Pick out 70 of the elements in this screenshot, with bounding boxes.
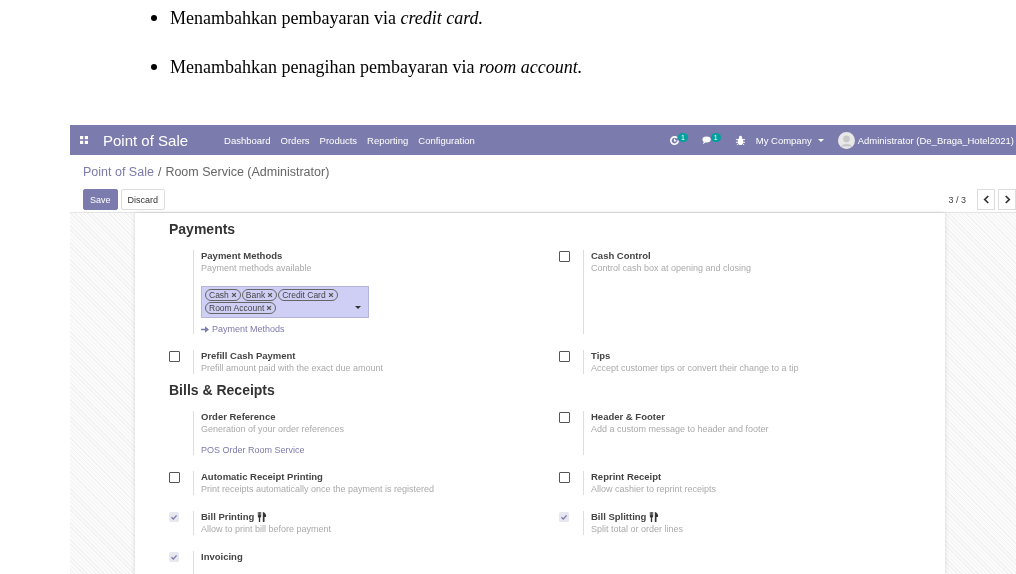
chevron-left-icon [982, 195, 990, 204]
menu-item[interactable]: Configuration [418, 134, 475, 146]
bullet-dot [151, 15, 157, 21]
chevron-right-icon [1003, 195, 1011, 204]
setting-description: Payment methods available [201, 263, 313, 273]
tag[interactable]: Cash [205, 289, 241, 301]
tag[interactable]: Credit Card [278, 289, 338, 301]
tag[interactable]: Bank [241, 289, 278, 301]
app-title[interactable]: Point of Sale [103, 131, 189, 149]
arrow-right-icon [201, 325, 209, 333]
clock-icon[interactable] [668, 134, 680, 146]
setting-label: Automatic Receipt Printing [201, 471, 323, 482]
save-button[interactable]: Save [83, 189, 118, 210]
section-title: Bills & Receipts [169, 382, 276, 398]
chat-icon[interactable] [701, 134, 713, 146]
user-menu[interactable]: Administrator (De_Braga_Hotel2021) [857, 134, 1014, 146]
setting-description: Accept customer tips or convert their change to a tip [591, 363, 799, 373]
setting-description: Generation of your order references [201, 424, 345, 434]
setting-label: Payment Methods [201, 250, 283, 261]
checkbox[interactable] [559, 412, 570, 423]
setting-value-link[interactable]: POS Order Room Service [201, 445, 345, 455]
menu-item[interactable]: Reporting [367, 134, 409, 146]
pager-counter: 3 / 3 [948, 194, 966, 205]
close-icon[interactable] [327, 292, 334, 298]
setting-description: Add a custom message to header and footer [591, 424, 769, 434]
avatar-icon[interactable] [837, 131, 855, 149]
setting-description: Print receipts automatically once the payment is registered [201, 484, 435, 494]
close-icon[interactable] [230, 292, 237, 298]
menu-item[interactable]: Dashboard [224, 134, 271, 146]
setting-label: Header & Footer [591, 411, 665, 422]
checkbox[interactable] [169, 472, 180, 483]
apps-grid-icon[interactable] [80, 136, 88, 144]
previous-button[interactable] [977, 189, 995, 210]
setting-label: Reprint Receipt [591, 471, 662, 482]
menu-item[interactable]: Orders [280, 134, 310, 146]
setting-label: Invoicing [201, 551, 243, 562]
menu-item[interactable]: Products [319, 134, 358, 146]
setting-label: Prefill Cash Payment [201, 350, 296, 361]
tags-field[interactable]: Cash Bank Credit Card Room Account [201, 286, 369, 318]
setting-label: Bill Splitting [591, 511, 647, 522]
bug-icon[interactable] [734, 134, 746, 146]
breadcrumb-link[interactable]: Point of Sale [83, 165, 154, 183]
dropdown-caret-icon[interactable] [355, 306, 361, 309]
setting-description: Allow to print bill before payment [201, 524, 332, 534]
breadcrumb-current: Room Service (Administrator) [165, 165, 330, 181]
bullet-dot [151, 64, 157, 70]
setting-label: Tips [591, 350, 611, 361]
close-icon[interactable] [266, 305, 273, 311]
checkbox[interactable] [559, 472, 570, 483]
bullet-text: Menambahkan penagihan pembayaran via room account. [170, 56, 583, 78]
breadcrumb-separator: / [157, 165, 162, 181]
setting-description: Control cash box at opening and closing [591, 263, 752, 273]
setting-label: Order Reference [201, 411, 276, 422]
bullet-text: Menambahkan pembayaran via credit card. [170, 7, 484, 29]
setting-label: Bill Printing [201, 511, 255, 522]
setting-description: Allow cashier to reprint receipts [591, 484, 717, 494]
company-switcher[interactable]: My Company [755, 134, 812, 146]
tag[interactable]: Room Account [205, 302, 277, 314]
next-button[interactable] [998, 189, 1016, 210]
section-title: Payments [169, 221, 237, 237]
caret-icon [817, 138, 824, 142]
close-icon[interactable] [267, 292, 274, 298]
setting-label: Cash Control [591, 250, 651, 261]
checkbox[interactable] [559, 251, 570, 262]
checkbox[interactable] [559, 351, 570, 362]
discard-button[interactable]: Discard [120, 189, 166, 210]
configure-link[interactable]: Payment Methods [212, 324, 285, 334]
setting-description: Prefill amount paid with the exact due amount [201, 363, 384, 373]
checkbox[interactable] [169, 351, 180, 362]
setting-description: Split total or order lines [591, 524, 684, 534]
